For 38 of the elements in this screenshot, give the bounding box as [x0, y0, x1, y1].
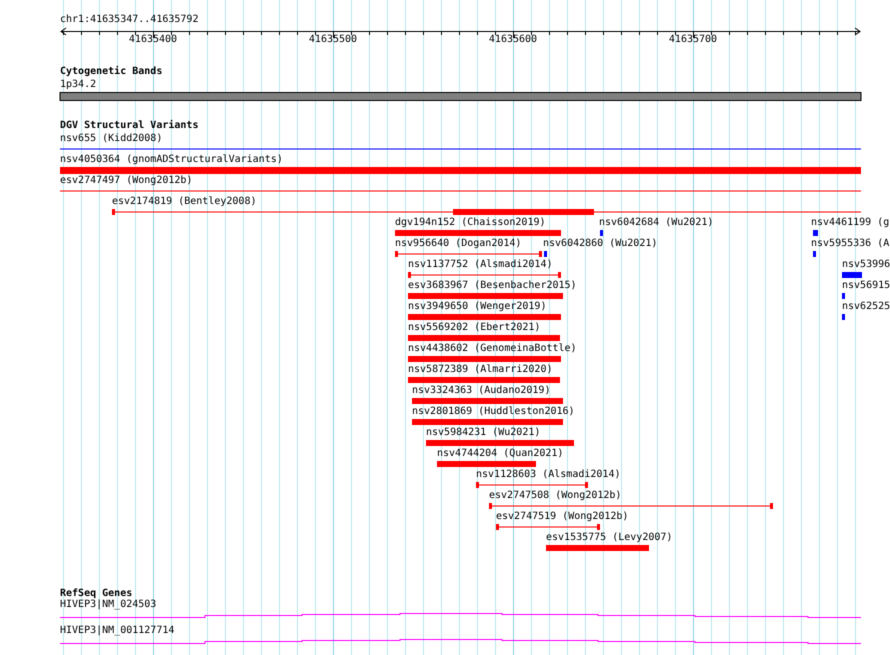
variant-label: nsv53996: [842, 260, 890, 270]
variant-label: nsv4461199 (g: [811, 218, 890, 228]
tick-label: 41635600: [488, 35, 538, 45]
variant-label: nsv5569202 (Ebert2021): [408, 323, 540, 333]
variant-label: nsv655 (Kidd2008): [60, 134, 162, 144]
gene-label: HIVEP3|NM_024503: [60, 600, 156, 610]
variant-label: nsv5984231 (Wu2021): [426, 428, 540, 438]
variant-label: nsv4050364 (gnomADStructuralVariants): [60, 155, 283, 165]
variant-label: nsv56915: [842, 281, 890, 291]
variant-label: nsv4744204 (Quan2021): [437, 449, 564, 459]
variant-label: nsv3324363 (Audano2019): [412, 386, 550, 396]
ruler-location: chr1:41635347..41635792: [60, 15, 198, 25]
variant-label: esv3683967 (Besenbacher2015): [408, 281, 577, 291]
variant-label: nsv5955336 (A: [811, 239, 890, 249]
variant-label: dgv194n152 (Chaisson2019): [395, 218, 546, 228]
variant-label: nsv4438602 (GenomeinaBottle): [408, 344, 577, 354]
variant-label: esv2174819 (Bentley2008): [112, 197, 256, 207]
variant-label: nsv956640 (Dogan2014): [395, 239, 522, 249]
variant-label: nsv5872389 (Almarri2020): [408, 365, 552, 375]
tick-label: 41635500: [308, 35, 358, 45]
variant-label: nsv3949650 (Wenger2019): [408, 302, 546, 312]
tick-label: 41635400: [128, 35, 178, 45]
variant-label: esv2747508 (Wong2012b): [489, 491, 622, 501]
band-label: 1p34.2: [60, 80, 96, 90]
variant-label: nsv6042860 (Wu2021): [543, 239, 658, 249]
variant-label: nsv2801869 (Huddleston2016): [412, 407, 575, 417]
variant-label: nsv6042684 (Wu2021): [599, 218, 714, 228]
tick-label: 41635700: [668, 35, 718, 45]
variant-label: nsv62525: [842, 302, 890, 312]
variant-label: nsv1137752 (Alsmadi2014): [408, 260, 552, 270]
track-title: Cytogenetic Bands: [60, 67, 162, 77]
variant-label: esv1535775 (Levy2007): [546, 533, 672, 543]
track-title: DGV Structural Variants: [60, 121, 198, 131]
variant-label: esv2747497 (Wong2012b): [60, 176, 192, 186]
variant-label: nsv1128603 (Alsmadi2014): [476, 470, 620, 480]
gene-label: HIVEP3|NM_001127714: [60, 626, 174, 636]
variant-label: esv2747519 (Wong2012b): [496, 512, 628, 522]
track-title: RefSeq Genes: [60, 589, 132, 599]
